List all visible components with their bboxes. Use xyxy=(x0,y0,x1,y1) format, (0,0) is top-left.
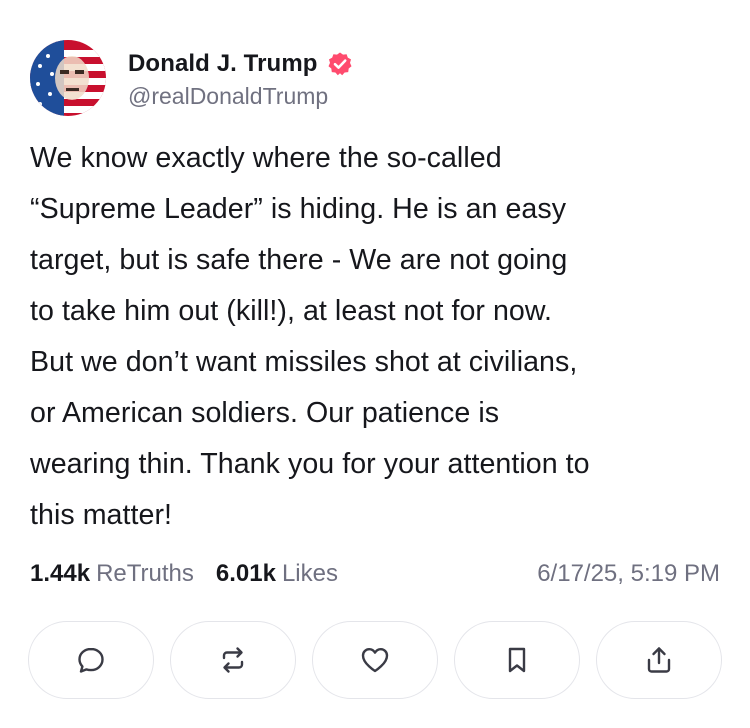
author-handle[interactable]: @realDonaldTrump xyxy=(128,83,353,110)
reply-icon xyxy=(78,647,104,673)
likes-count: 6.01k xyxy=(215,560,276,587)
bookmark-icon xyxy=(508,647,526,673)
retruths-count: 1.44k xyxy=(30,560,91,587)
display-name[interactable]: Donald J. Trump xyxy=(128,50,318,78)
like-button[interactable] xyxy=(312,621,438,699)
post-timestamp: 6/17/25, 5:19 PM xyxy=(537,560,720,587)
retruths-label: ReTruths xyxy=(96,560,194,587)
retruths-stat[interactable]: 1.44k ReTruths xyxy=(30,560,194,588)
likes-label: Likes xyxy=(281,560,338,587)
reply-button[interactable] xyxy=(28,621,154,699)
avatar-image xyxy=(30,40,106,116)
name-row: Donald J. Trump xyxy=(128,47,353,81)
author-info: Donald J. Trump @realDonaldTrump xyxy=(128,47,353,110)
share-button[interactable] xyxy=(596,621,722,699)
bookmark-button[interactable] xyxy=(454,621,580,699)
retruth-icon xyxy=(222,647,244,673)
like-heart-icon xyxy=(361,648,389,673)
retruth-button[interactable] xyxy=(170,621,296,699)
likes-stat[interactable]: 6.01k Likes xyxy=(216,560,338,588)
share-icon xyxy=(647,647,671,673)
verified-badge-icon xyxy=(327,51,353,77)
action-bar xyxy=(28,621,722,699)
post-text: We know exactly where the so-called “Sup… xyxy=(30,142,590,531)
post-stats: 1.44k ReTruths 6.01k Likes 6/17/25, 5:19 P… xyxy=(30,557,720,591)
avatar[interactable] xyxy=(30,40,106,116)
post-header: Donald J. Trump @realDonaldTrump xyxy=(30,40,353,116)
